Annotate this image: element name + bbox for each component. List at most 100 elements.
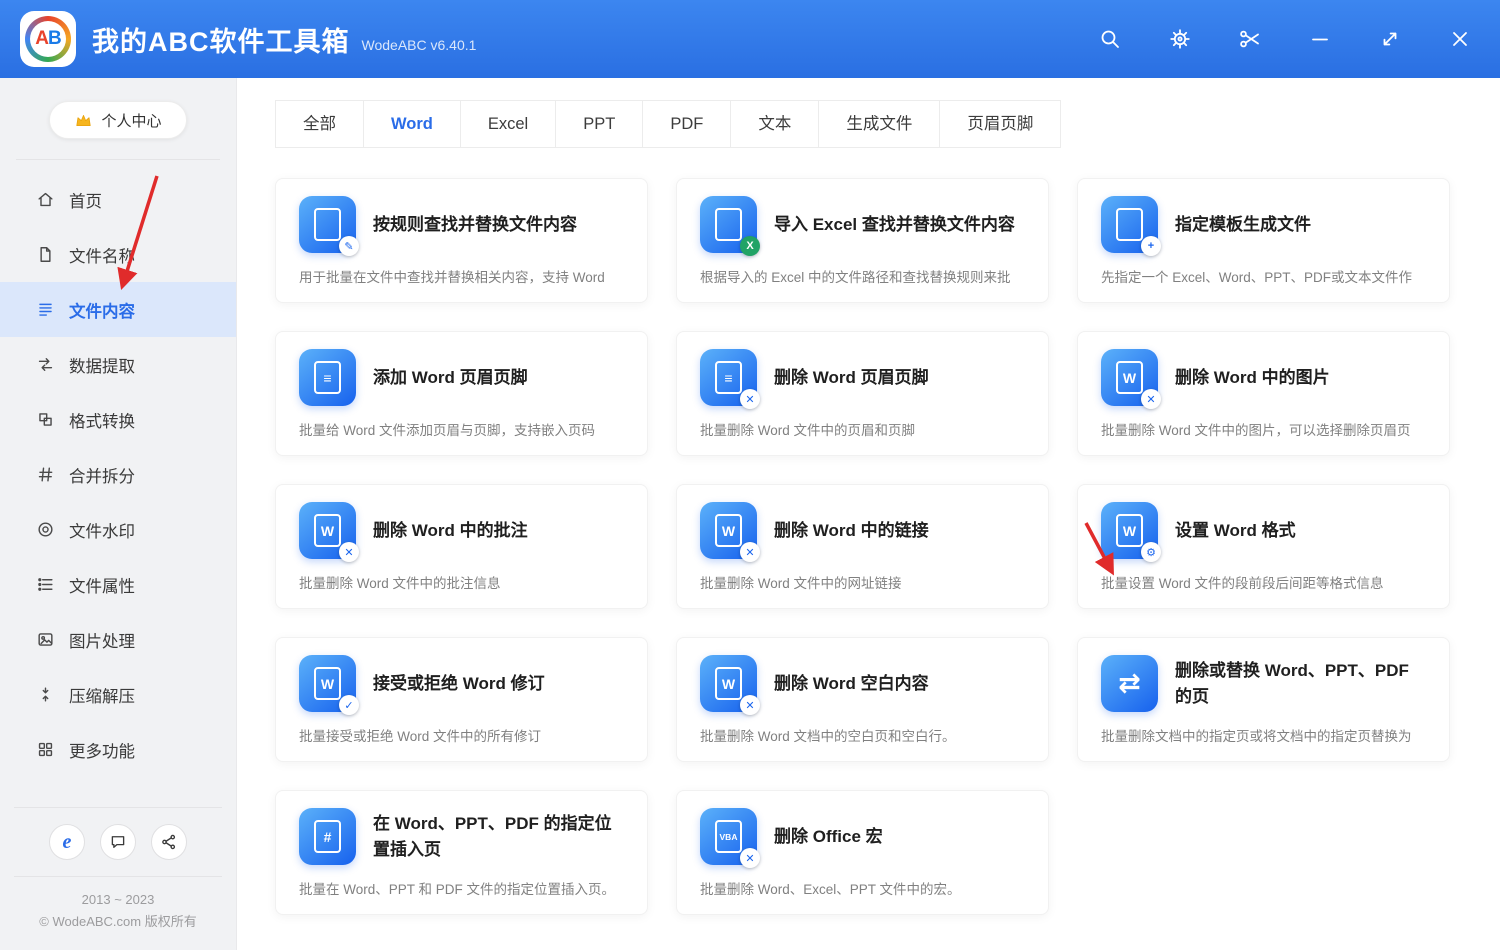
sidebar-item-label: 文件内容 [69,298,135,322]
card-title: 删除 Word 空白内容 [774,671,929,697]
word-image-remove-icon: W ✕ [1101,349,1158,406]
share-icon[interactable] [151,824,187,860]
card-title: 添加 Word 页眉页脚 [373,365,528,391]
tab-ppt[interactable]: PPT [555,100,643,148]
card-remove-word-links[interactable]: W ✕ 删除 Word 中的链接 批量删除 Word 文件中的网址链接 [676,484,1049,609]
card-title: 在 Word、PPT、PDF 的指定位置插入页 [373,811,627,862]
format-convert-icon [36,410,55,429]
sidebar-item-file-watermark[interactable]: 文件水印 [0,502,236,557]
search-icon[interactable] [1098,27,1122,51]
card-accept-reject-word-revisions[interactable]: W ✓ 接受或拒绝 Word 修订 批量接受或拒绝 Word 文件中的所有修订 [275,637,648,762]
doc-header-remove-icon: ≡ ✕ [700,349,757,406]
sidebar-item-label: 文件名称 [69,243,135,267]
sidebar-item-label: 图片处理 [69,628,135,652]
card-description: 批量删除 Word、Excel、PPT 文件中的宏。 [700,878,1028,898]
file-name-icon [36,245,55,264]
crown-icon [74,111,93,130]
settings-gear-icon[interactable] [1168,27,1192,51]
card-description: 批量给 Word 文件添加页眉与页脚，支持嵌入页码 [299,419,627,439]
doc-edit-icon: ✎ [299,196,356,253]
card-description: 批量删除 Word 文件中的网址链接 [700,572,1028,592]
card-description: 批量删除 Word 文档中的空白页和空白行。 [700,725,1028,745]
sidebar-item-label: 压缩解压 [69,683,135,707]
home-icon [36,190,55,209]
sidebar: 个人中心 首页文件名称文件内容数据提取格式转换合并拆分文件水印文件属性图片处理压… [0,78,237,950]
tab-generate-file[interactable]: 生成文件 [818,100,940,148]
merge-split-icon [36,465,55,484]
card-description: 用于批量在文件中查找并替换相关内容，支持 Word [299,266,627,286]
titlebar-actions [1098,27,1472,51]
file-watermark-icon [36,520,55,539]
card-description: 根据导入的 Excel 中的文件路径和查找替换规则来批 [700,266,1028,286]
card-import-excel-find-replace[interactable]: X 导入 Excel 查找并替换文件内容 根据导入的 Excel 中的文件路径和… [676,178,1049,303]
feature-card-grid: ✎ 按规则查找并替换文件内容 用于批量在文件中查找并替换相关内容，支持 Word… [275,178,1500,915]
card-find-replace-by-rule[interactable]: ✎ 按规则查找并替换文件内容 用于批量在文件中查找并替换相关内容，支持 Word [275,178,648,303]
tab-word[interactable]: Word [363,100,461,148]
browser-icon[interactable]: e [49,824,85,860]
copyright: 2013 ~ 2023 © WodeABC.com 版权所有 [14,876,222,950]
card-title: 删除 Word 中的图片 [1175,365,1330,391]
card-remove-word-comments[interactable]: W ✕ 删除 Word 中的批注 批量删除 Word 文件中的批注信息 [275,484,648,609]
vba-macro-remove-icon: VBA ✕ [700,808,757,865]
pages-swap-icon: ⇄ [1101,655,1158,712]
chat-icon[interactable] [100,824,136,860]
app-title: 我的ABC软件工具箱 [92,20,350,59]
card-description: 批量在 Word、PPT 和 PDF 文件的指定位置插入页。 [299,878,627,898]
tab-excel[interactable]: Excel [460,100,556,148]
sidebar-item-image-process[interactable]: 图片处理 [0,612,236,667]
word-link-remove-icon: W ✕ [700,502,757,559]
sidebar-divider [16,159,220,160]
file-properties-icon [36,575,55,594]
app-version: WodeABC v6.40.1 [362,37,477,53]
card-description: 批量删除 Word 文件中的页眉和页脚 [700,419,1028,439]
card-description: 批量删除 Word 文件中的批注信息 [299,572,627,592]
card-title: 删除 Word 中的批注 [373,518,528,544]
personal-center-button[interactable]: 个人中心 [49,101,186,139]
scissors-icon[interactable] [1238,27,1262,51]
sidebar-item-label: 更多功能 [69,738,135,762]
card-description: 批量设置 Word 文件的段前段后间距等格式信息 [1101,572,1429,592]
compress-extract-icon [36,685,55,704]
card-title: 删除 Office 宏 [774,824,883,850]
card-add-word-header-footer[interactable]: ≡ 添加 Word 页眉页脚 批量给 Word 文件添加页眉与页脚，支持嵌入页码 [275,331,648,456]
tab-header-footer[interactable]: 页眉页脚 [939,100,1061,148]
sidebar-item-file-content[interactable]: 文件内容 [0,282,236,337]
titlebar: AB 我的ABC软件工具箱 WodeABC v6.40.1 [0,0,1500,78]
doc-header-footer-icon: ≡ [299,349,356,406]
sidebar-item-label: 数据提取 [69,353,135,377]
card-template-generate-file[interactable]: + 指定模板生成文件 先指定一个 Excel、Word、PPT、PDF或文本文件… [1077,178,1450,303]
copyright-years: 2013 ~ 2023 [14,889,222,912]
card-set-word-format[interactable]: W ⚙ 设置 Word 格式 批量设置 Word 文件的段前段后间距等格式信息 [1077,484,1450,609]
sidebar-item-format-convert[interactable]: 格式转换 [0,392,236,447]
sidebar-item-more-features[interactable]: 更多功能 [0,722,236,777]
card-title: 指定模板生成文件 [1175,212,1311,238]
sidebar-item-label: 首页 [69,188,102,212]
card-remove-word-blank[interactable]: W ✕ 删除 Word 空白内容 批量删除 Word 文档中的空白页和空白行。 [676,637,1049,762]
tab-text[interactable]: 文本 [730,100,819,148]
doc-insert-page-icon: # [299,808,356,865]
card-delete-replace-pages[interactable]: ⇄ 删除或替换 Word、PPT、PDF 的页 批量删除文档中的指定页或将文档中… [1077,637,1450,762]
sidebar-item-file-properties[interactable]: 文件属性 [0,557,236,612]
sidebar-item-compress-extract[interactable]: 压缩解压 [0,667,236,722]
card-title: 按规则查找并替换文件内容 [373,212,577,238]
sidebar-item-home[interactable]: 首页 [0,172,236,227]
card-insert-pages-at-position[interactable]: # 在 Word、PPT、PDF 的指定位置插入页 批量在 Word、PPT 和… [275,790,648,915]
card-remove-word-header-footer[interactable]: ≡ ✕ 删除 Word 页眉页脚 批量删除 Word 文件中的页眉和页脚 [676,331,1049,456]
close-button[interactable] [1448,27,1472,51]
data-extract-icon [36,355,55,374]
sidebar-menu: 首页文件名称文件内容数据提取格式转换合并拆分文件水印文件属性图片处理压缩解压更多… [0,166,236,777]
card-title: 删除或替换 Word、PPT、PDF 的页 [1175,658,1429,709]
main-content: 全部WordExcelPPTPDF文本生成文件页眉页脚 ✎ 按规则查找并替换文件… [237,78,1500,950]
card-remove-office-macros[interactable]: VBA ✕ 删除 Office 宏 批量删除 Word、Excel、PPT 文件… [676,790,1049,915]
sidebar-item-data-extract[interactable]: 数据提取 [0,337,236,392]
sidebar-item-merge-split[interactable]: 合并拆分 [0,447,236,502]
tab-pdf[interactable]: PDF [642,100,731,148]
tab-all[interactable]: 全部 [275,100,364,148]
minimize-button[interactable] [1308,27,1332,51]
sidebar-item-label: 格式转换 [69,408,135,432]
card-title: 接受或拒绝 Word 修订 [373,671,545,697]
sidebar-item-file-name[interactable]: 文件名称 [0,227,236,282]
maximize-button[interactable] [1378,27,1402,51]
card-remove-word-images[interactable]: W ✕ 删除 Word 中的图片 批量删除 Word 文件中的图片，可以选择删除… [1077,331,1450,456]
sidebar-item-label: 文件属性 [69,573,135,597]
